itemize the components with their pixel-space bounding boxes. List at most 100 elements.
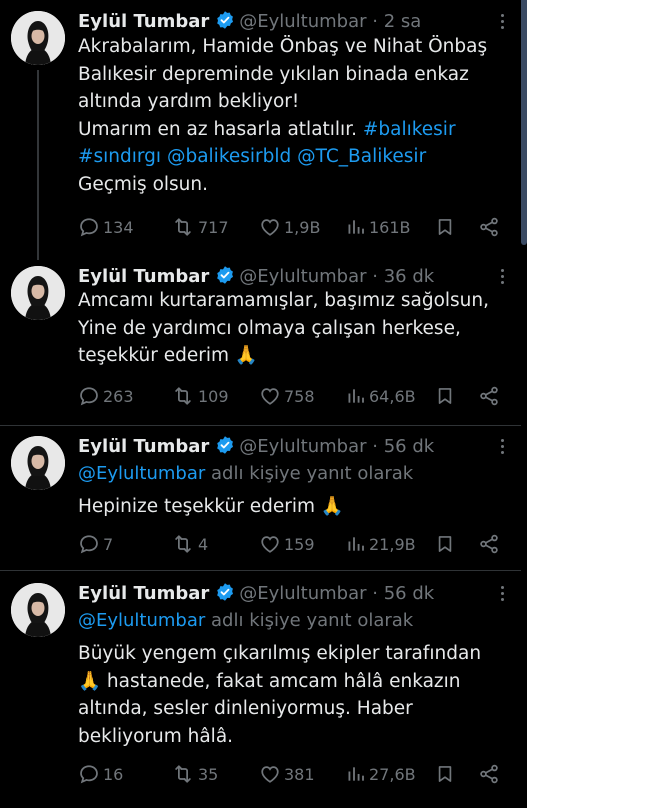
more-options-icon[interactable]: [496, 584, 508, 604]
views-count: 161B: [369, 217, 411, 237]
reply-button[interactable]: 134: [78, 215, 134, 239]
bookmark-button[interactable]: [435, 384, 455, 408]
tweet-text: Akrabalarım, Hamide Önbaş ve Nihat Önbaş…: [78, 33, 518, 198]
retweet-icon: [171, 533, 195, 555]
mention-link[interactable]: @TC_Balikesir: [297, 146, 426, 167]
like-button[interactable]: 758: [259, 384, 315, 408]
share-button[interactable]: [478, 384, 500, 408]
reply-icon: [78, 533, 100, 555]
reply-button[interactable]: 7: [78, 532, 113, 556]
reply-icon: [78, 763, 100, 785]
bookmark-icon: [435, 763, 455, 785]
like-button[interactable]: 1,9B: [259, 215, 320, 239]
scrollbar[interactable]: [521, 0, 527, 245]
more-options-icon[interactable]: [496, 267, 508, 287]
bookmark-button[interactable]: [435, 215, 455, 239]
reply-to-handle[interactable]: @Eylultumbar: [78, 463, 205, 484]
tweet-text: Hepinize teşekkür ederim 🙏: [78, 493, 518, 521]
bookmark-icon: [435, 216, 455, 238]
tweet-header: Eylül Tumbar @Eylultumbar · 56 dk: [78, 435, 434, 461]
author-name[interactable]: Eylül Tumbar: [78, 266, 209, 287]
tweet-actions: 7 4 159 21,9B: [78, 532, 508, 556]
text-segment: Geçmiş olsun.: [78, 173, 208, 195]
tweet-text-line: altında, sesler dinleniyormuş. Haber: [78, 695, 518, 723]
text-segment: Umarım en az hasarla atlatılır.: [78, 118, 363, 140]
share-button[interactable]: [478, 762, 500, 786]
retweet-icon: [171, 763, 195, 785]
share-button[interactable]: [478, 532, 500, 556]
mention-link[interactable]: @balikesirbld: [167, 146, 291, 167]
reply-count: 7: [103, 534, 114, 554]
share-button[interactable]: [478, 215, 500, 239]
like-count: 1,9B: [284, 217, 321, 237]
tweet[interactable]: Eylül Tumbar @Eylultumbar · 56 dk @Eylultu…: [0, 425, 521, 571]
retweet-button[interactable]: 35: [171, 762, 218, 786]
tweet-text-line: Geçmiş olsun.: [78, 171, 518, 199]
retweet-button[interactable]: 4: [171, 532, 208, 556]
reply-to-handle[interactable]: @Eylultumbar: [78, 610, 205, 631]
tweet[interactable]: Eylül Tumbar @Eylultumbar · 2 sa Akrabalar…: [0, 0, 521, 255]
retweet-button[interactable]: 717: [171, 215, 229, 239]
views-button[interactable]: 64,6B: [346, 384, 416, 408]
like-button[interactable]: 159: [259, 532, 315, 556]
tweet-actions: 134 717 1,9B 161B: [78, 215, 508, 239]
text-segment: Amcamı kurtaramamışlar, başımız sağolsun…: [78, 290, 489, 311]
views-button[interactable]: 21,9B: [346, 532, 416, 556]
retweet-count: 35: [198, 764, 219, 784]
tweet-time[interactable]: · 56 dk: [367, 583, 434, 604]
retweet-button[interactable]: 109: [171, 384, 229, 408]
timeline: Eylül Tumbar @Eylultumbar · 2 sa Akrabalar…: [0, 0, 527, 808]
text-segment: 🙏 hastanede, fakat amcam hâlâ enkazın: [78, 670, 461, 692]
author-handle[interactable]: @Eylultumbar: [239, 583, 366, 604]
more-options-icon[interactable]: [496, 12, 508, 32]
bookmark-button[interactable]: [435, 762, 455, 786]
tweet-time[interactable]: · 56 dk: [367, 436, 434, 457]
tweet-text-line: 🙏 hastanede, fakat amcam hâlâ enkazın: [78, 668, 518, 696]
tweet-time[interactable]: · 36 dk: [367, 266, 434, 287]
author-handle[interactable]: @Eylultumbar: [239, 436, 366, 457]
reply-icon: [78, 216, 100, 238]
views-icon: [346, 385, 366, 407]
reply-button[interactable]: 263: [78, 384, 134, 408]
tweet-text-line: Umarım en az hasarla atlatılır. #balıkes…: [78, 116, 518, 144]
text-segment: Yine de yardımcı olmaya çalışan herkese,: [78, 317, 461, 339]
avatar[interactable]: [11, 583, 65, 637]
retweet-count: 4: [198, 534, 209, 554]
tweet-text-line: Yine de yardımcı olmaya çalışan herkese,: [78, 315, 518, 343]
avatar[interactable]: [11, 11, 65, 65]
like-button[interactable]: 381: [259, 762, 315, 786]
avatar[interactable]: [11, 436, 65, 490]
reply-count: 134: [103, 217, 134, 237]
tweet-text-line: Akrabalarım, Hamide Önbaş ve Nihat Önbaş: [78, 33, 518, 61]
tweet-text: Amcamı kurtaramamışlar, başımız sağolsun…: [78, 287, 518, 370]
tweet-text-line: #sındırgı @balikesirbld @TC_Balikesir: [78, 143, 518, 171]
text-segment: altında, sesler dinleniyormuş. Haber: [78, 698, 413, 719]
author-handle[interactable]: @Eylultumbar: [239, 11, 366, 32]
avatar[interactable]: [11, 266, 65, 320]
like-icon: [259, 385, 281, 407]
tweet-time[interactable]: · 2 sa: [367, 11, 421, 32]
tweet-actions: 263 109 758 64,6B: [78, 384, 508, 408]
views-button[interactable]: 27,6B: [346, 762, 416, 786]
tweet-text-line: Balıkesir depreminde yıkılan binada enka…: [78, 61, 518, 89]
like-count: 381: [284, 764, 315, 784]
author-name[interactable]: Eylül Tumbar: [78, 436, 209, 457]
more-options-icon[interactable]: [496, 437, 508, 457]
tweet[interactable]: Eylül Tumbar @Eylultumbar · 56 dk @Eylultu…: [0, 572, 521, 808]
views-button[interactable]: 161B: [346, 215, 411, 239]
divider: [0, 570, 521, 571]
author-name[interactable]: Eylül Tumbar: [78, 583, 209, 604]
bookmark-button[interactable]: [435, 532, 455, 556]
text-segment: teşekkür ederim 🙏: [78, 345, 258, 366]
retweet-count: 717: [198, 217, 229, 237]
author-name[interactable]: Eylül Tumbar: [78, 11, 209, 32]
hashtag-link[interactable]: #balıkesir: [363, 119, 456, 140]
author-handle[interactable]: @Eylultumbar: [239, 266, 366, 287]
bookmark-icon: [435, 385, 455, 407]
retweet-count: 109: [198, 386, 229, 406]
hashtag-link[interactable]: #sındırgı: [78, 146, 161, 167]
like-icon: [259, 763, 281, 785]
text-segment: altında yardım bekliyor!: [78, 91, 300, 112]
tweet[interactable]: Eylül Tumbar @Eylultumbar · 36 dk Amcamı k…: [0, 255, 521, 426]
reply-button[interactable]: 16: [78, 762, 123, 786]
